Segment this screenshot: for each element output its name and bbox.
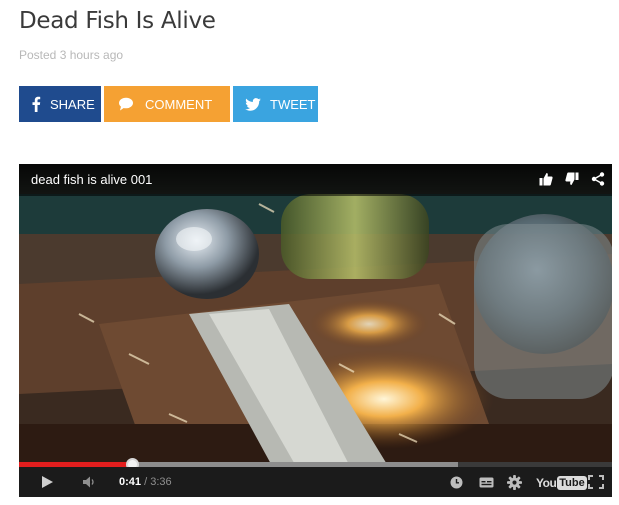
thumbs-down-icon[interactable]	[564, 171, 580, 187]
captions-icon[interactable]	[477, 474, 495, 490]
youtube-logo-you: You	[536, 475, 557, 490]
time-separator: /	[141, 476, 151, 488]
video-top-actions	[538, 171, 606, 187]
volume-icon[interactable]	[81, 474, 99, 490]
comment-label: COMMENT	[145, 96, 213, 112]
tweet-button[interactable]: TWEET	[233, 86, 318, 122]
duration: 3:36	[150, 476, 172, 488]
settings-icon[interactable]	[505, 474, 523, 490]
youtube-logo[interactable]: You Tube	[536, 475, 587, 490]
twitter-icon	[245, 97, 261, 111]
post-title: Dead Fish Is Alive	[19, 8, 216, 34]
thumbs-up-icon[interactable]	[538, 171, 554, 187]
youtube-logo-tube: Tube	[557, 475, 587, 490]
video-title[interactable]: dead fish is alive 001	[31, 172, 152, 187]
current-time: 0:41	[119, 476, 142, 488]
share-icon[interactable]	[590, 171, 606, 187]
post-meta: Posted 3 hours ago	[19, 48, 124, 62]
share-buttons: SHARE COMMENT TWEET	[19, 86, 318, 122]
video-player[interactable]: dead fish is alive 001 0:41 / 3:36 You T…	[19, 164, 612, 497]
play-icon[interactable]	[39, 474, 55, 490]
article-page: Dead Fish Is Alive Posted 3 hours ago SH…	[0, 0, 619, 505]
video-frame[interactable]	[19, 164, 612, 497]
facebook-icon	[31, 96, 41, 112]
watch-later-icon[interactable]	[448, 474, 464, 490]
video-controls: 0:41 / 3:36 You Tube	[19, 467, 612, 497]
facebook-share-button[interactable]: SHARE	[19, 86, 101, 122]
comment-button[interactable]: COMMENT	[104, 86, 230, 122]
facebook-share-label: SHARE	[50, 96, 95, 112]
fullscreen-icon[interactable]	[587, 474, 605, 490]
comment-icon	[116, 97, 136, 111]
video-time: 0:41 / 3:36	[119, 476, 172, 488]
tweet-label: TWEET	[270, 96, 316, 112]
video-title-bar: dead fish is alive 001	[19, 164, 612, 196]
